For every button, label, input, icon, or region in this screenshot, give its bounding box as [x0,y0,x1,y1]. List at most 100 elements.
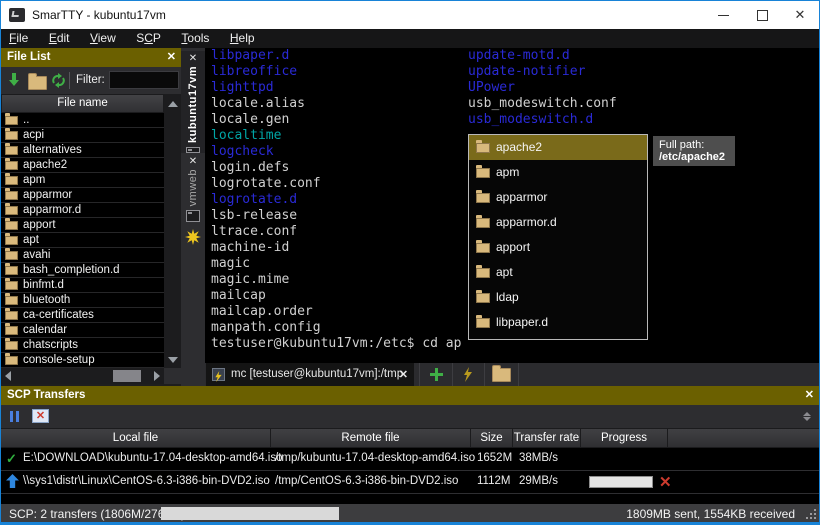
file-list-item[interactable]: ca-certificates [1,308,164,323]
window-title: SmarTTY - kubuntu17vm [32,8,166,22]
quick-command-button[interactable] [452,363,485,386]
session-tab-kubuntu17vm[interactable]: ✕ kubuntu17vm [181,51,205,153]
folder-icon [5,206,18,215]
autocomplete-item[interactable]: ldap [469,285,647,310]
menu-item[interactable]: SCP [128,29,169,45]
column-transfer-rate[interactable]: Transfer rate [513,429,581,447]
file-list-item[interactable]: .. [1,113,164,128]
file-list-item[interactable]: console-setup [1,353,164,368]
folder-icon [5,191,18,200]
new-session-star-icon[interactable] [185,229,201,245]
terminal-prompt: testuser@kubuntu17vm:/etc$ cd ap [211,336,461,352]
transfer-progress-bar [589,476,653,488]
folder-icon [5,236,18,245]
open-folder-icon[interactable] [28,76,47,90]
autocomplete-item[interactable]: apparmor.d [469,210,647,235]
scrollbar-thumb[interactable] [113,370,141,382]
terminal-line: lsb-release [211,208,321,224]
terminal-left-column: libpaper.d libreoffice lighttpd locale.a… [211,48,321,336]
terminal-line: locale.gen [211,112,321,128]
refresh-icon[interactable] [51,73,66,88]
file-list-header: File List ✕ [1,48,181,67]
filter-input[interactable] [109,71,179,89]
close-button[interactable]: ✕ [783,1,817,29]
column-local-file[interactable]: Local file [1,429,271,447]
menu-item[interactable]: File [1,29,36,45]
new-tab-button[interactable] [419,363,453,386]
terminal-line: update-motd.d [468,48,617,64]
scp-panel-close-icon[interactable]: ✕ [805,386,814,405]
terminal-tab[interactable]: mc [testuser@kubuntu17vm]:/tmp ✕ [206,363,414,386]
file-list-item[interactable]: apport [1,218,164,233]
autocomplete-item[interactable]: apparmor [469,185,647,210]
column-progress[interactable]: Progress [581,429,668,447]
file-list-item[interactable]: alternatives [1,143,164,158]
folder-icon [5,251,18,260]
maximize-button[interactable] [745,1,779,29]
folder-icon [5,131,18,140]
scroll-down-icon[interactable] [168,357,178,363]
file-list-item[interactable]: avahi [1,248,164,263]
column-size[interactable]: Size [471,429,513,447]
autocomplete-item-label: apm [496,165,519,179]
file-list-item[interactable]: apt [1,233,164,248]
cancel-transfer-icon[interactable]: ✕ [659,473,672,491]
transfer-row[interactable]: ✓ E:\DOWNLOAD\kubuntu-17.04-desktop-amd6… [1,448,819,471]
transfer-row[interactable]: \\sys1\distr\Linux\CentOS-6.3-i386-bin-D… [1,471,819,494]
transfer-size: 1112M [477,475,510,487]
terminal-line: localtime [211,128,321,144]
menu-item[interactable]: Tools [173,29,217,45]
menu-item[interactable]: Edit [41,29,78,45]
cancel-all-icon[interactable]: ✕ [32,409,49,423]
autocomplete-item[interactable]: apache2 [469,135,647,160]
folder-icon [5,176,18,185]
autocomplete-item[interactable]: apport [469,235,647,260]
file-list-item[interactable]: apm [1,173,164,188]
session-tab-close-icon[interactable]: ✕ [189,156,197,167]
download-arrow-icon[interactable] [8,73,20,87]
resize-grip[interactable] [806,509,816,519]
menu-item[interactable]: Help [222,29,263,45]
file-list-item[interactable]: binfmt.d [1,278,164,293]
session-tab-vmweb[interactable]: ✕ vmweb [181,154,205,224]
console-icon [186,147,200,153]
file-list-item[interactable]: apparmor [1,188,164,203]
menu-item[interactable]: View [82,29,124,45]
autocomplete-item[interactable]: apt [469,260,647,285]
folder-icon [476,218,490,228]
open-directory-button[interactable] [485,363,519,386]
file-name-label: bash_completion.d [23,263,120,277]
tab-close-icon[interactable]: ✕ [399,368,408,381]
file-list-item[interactable]: acpi [1,128,164,143]
file-name-column-header[interactable]: File name [1,94,164,113]
folder-icon [5,356,18,365]
minimize-icon [718,15,729,16]
splitter-icon[interactable] [802,412,811,421]
terminal-right-column: update-motd.d update-notifier UPower usb… [468,48,617,128]
file-list-item[interactable]: apache2 [1,158,164,173]
pause-icon[interactable] [10,411,20,422]
file-list-item[interactable]: calendar [1,323,164,338]
status-bar: SCP: 2 transfers (1806M/2764M) 1809MB se… [1,504,819,524]
horizontal-scrollbar[interactable] [1,368,164,384]
scroll-up-icon[interactable] [168,101,178,107]
title-bar: SmarTTY - kubuntu17vm ✕ [1,1,819,29]
upload-arrow-icon [6,474,21,489]
autocomplete-item[interactable]: libpaper.d [469,310,647,335]
file-list-item[interactable]: chatscripts [1,338,164,353]
app-icon [9,8,25,22]
file-list-item[interactable]: bash_completion.d [1,263,164,278]
autocomplete-item-label: apport [496,240,530,254]
autocomplete-item[interactable]: apm [469,160,647,185]
scroll-right-icon[interactable] [154,371,160,381]
app-window: SmarTTY - kubuntu17vm ✕ File Edit View S… [0,0,820,525]
vertical-scrollbar[interactable] [164,94,181,368]
scroll-left-icon[interactable] [5,371,11,381]
session-tab-close-icon[interactable]: ✕ [189,53,197,64]
minimize-button[interactable] [707,1,741,29]
file-list-close-icon[interactable]: ✕ [167,48,176,67]
toolbar-separator [69,72,70,89]
file-list-item[interactable]: bluetooth [1,293,164,308]
file-list-item[interactable]: apparmor.d [1,203,164,218]
column-remote-file[interactable]: Remote file [271,429,471,447]
